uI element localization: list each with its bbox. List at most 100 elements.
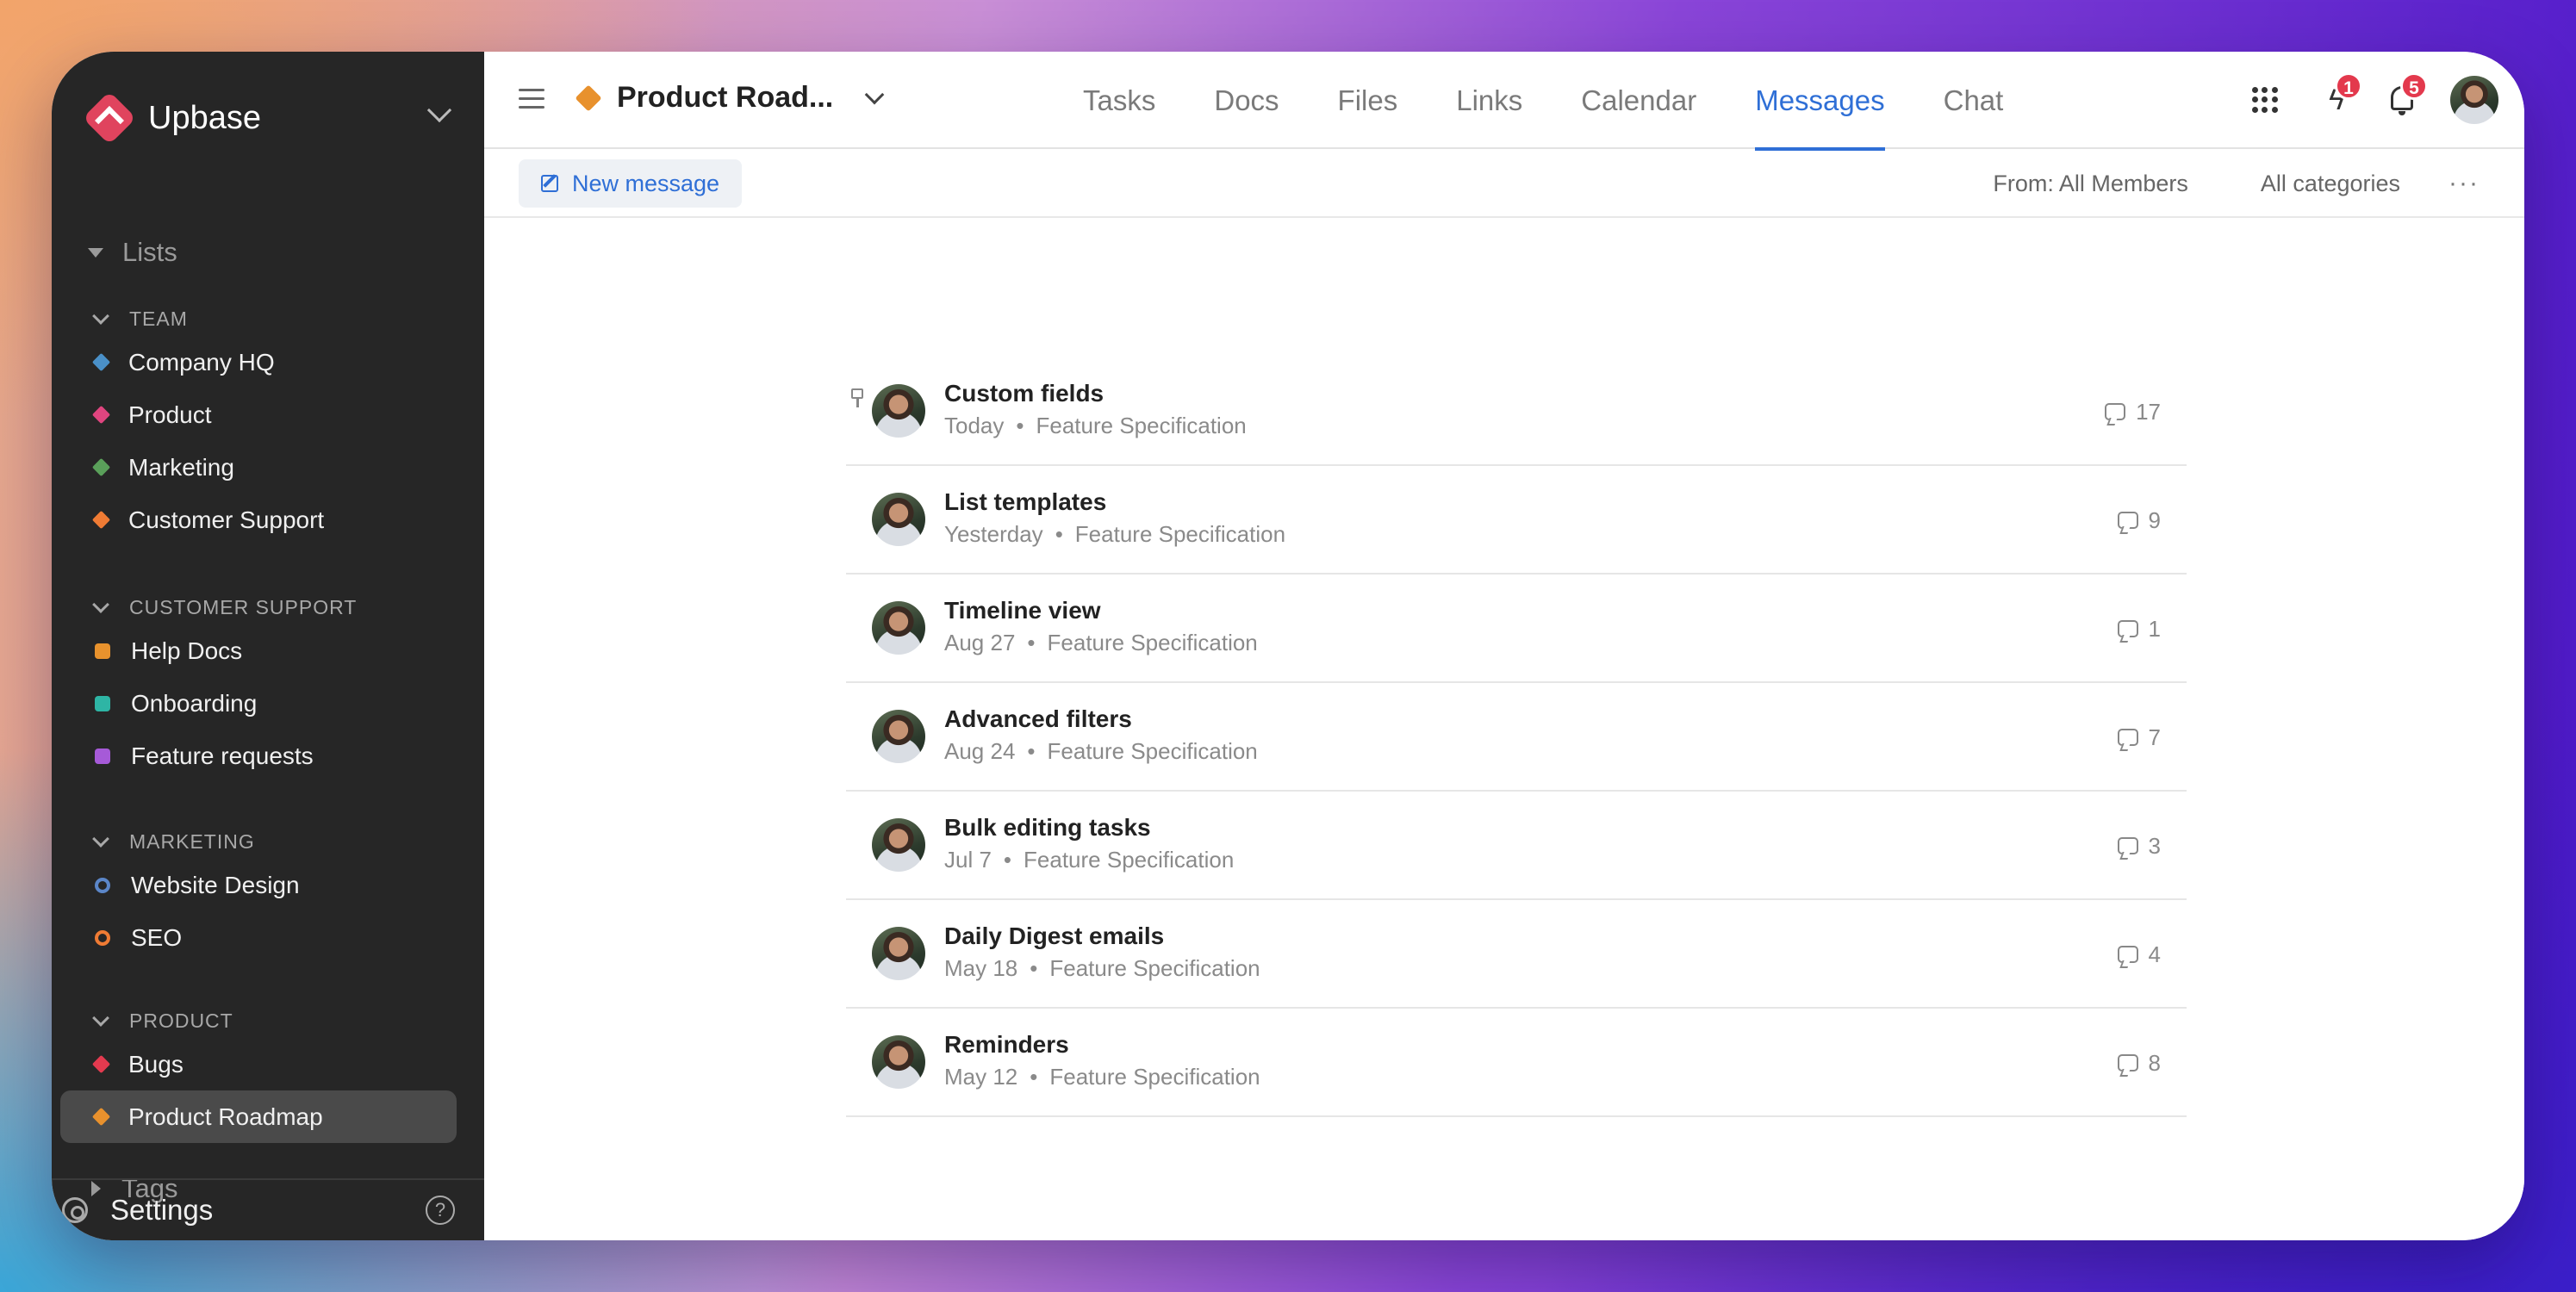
- sidebar-item-customer-support[interactable]: Customer Support: [86, 494, 455, 546]
- ring-marker-icon: [95, 877, 110, 893]
- comment-count: 7: [2117, 683, 2161, 792]
- message-row[interactable]: Advanced filters Aug 24 • Feature Specifica…: [846, 683, 2187, 792]
- message-row[interactable]: Reminders May 12 • Feature Specification 8: [846, 1009, 2187, 1117]
- square-marker-icon: [95, 748, 110, 764]
- menu-icon[interactable]: [519, 89, 544, 109]
- comment-count-value: 9: [2148, 506, 2161, 533]
- comment-count: 1: [2117, 575, 2161, 683]
- sidebar-item-website-design[interactable]: Website Design: [86, 859, 455, 911]
- message-category: Feature Specification: [1047, 629, 1258, 655]
- workspace-switcher[interactable]: Upbase: [82, 86, 458, 150]
- tab-tasks[interactable]: Tasks: [1083, 52, 1155, 149]
- sidebar-item-label: Product: [128, 401, 212, 428]
- message-text: Timeline view Aug 27 • Feature Specificatio…: [944, 597, 1258, 656]
- project-diamond-icon: [575, 84, 602, 112]
- edit-icon: [541, 175, 558, 192]
- message-title[interactable]: Bulk editing tasks: [944, 814, 1234, 842]
- message-title[interactable]: Custom fields: [944, 380, 1247, 407]
- message-text: Custom fields Today • Feature Specification: [944, 380, 1247, 439]
- activity-button[interactable]: ϟ 1: [2319, 72, 2362, 117]
- sidebar-item-seo[interactable]: SEO: [86, 911, 455, 964]
- section-header[interactable]: TEAM: [86, 301, 455, 336]
- sidebar-footer: Settings ?: [52, 1178, 484, 1240]
- sidebar-item-product-roadmap[interactable]: Product Roadmap: [60, 1090, 457, 1143]
- comment-count-value: 3: [2148, 832, 2161, 859]
- comment-count-value: 4: [2148, 941, 2161, 967]
- message-meta: May 18 • Feature Specification: [944, 955, 1260, 982]
- message-category: Feature Specification: [1074, 520, 1286, 547]
- message-row[interactable]: Custom fields Today • Feature Specification…: [846, 357, 2187, 466]
- section-header[interactable]: CUSTOMER SUPPORT: [86, 590, 455, 624]
- gear-icon: [62, 1197, 88, 1223]
- more-options-icon[interactable]: ···: [2448, 169, 2480, 198]
- author-avatar: [872, 493, 925, 546]
- settings-link[interactable]: Settings: [110, 1194, 213, 1227]
- message-title[interactable]: Reminders: [944, 1031, 1260, 1059]
- header-actions: ϟ 1 5: [2252, 72, 2498, 127]
- activity-badge: 1: [2335, 72, 2362, 100]
- sidebar-item-label: Company HQ: [128, 348, 275, 376]
- comment-icon: [2117, 512, 2138, 529]
- message-date: Jul 7: [944, 846, 992, 873]
- chevron-down-icon[interactable]: [426, 97, 452, 123]
- sidebar-item-company-hq[interactable]: Company HQ: [86, 336, 455, 388]
- tab-files[interactable]: Files: [1338, 52, 1398, 149]
- apps-grid-icon[interactable]: [2252, 87, 2278, 113]
- message-title[interactable]: Daily Digest emails: [944, 922, 1260, 950]
- sidebar: Upbase Lists TEAM Company HQ Product Market…: [52, 52, 484, 1240]
- section-header[interactable]: PRODUCT: [86, 1003, 455, 1038]
- sidebar-item-product[interactable]: Product: [86, 388, 455, 441]
- comment-count: 4: [2117, 900, 2161, 1009]
- comment-count-value: 7: [2148, 724, 2161, 750]
- chevron-down-icon: [92, 830, 109, 848]
- message-category: Feature Specification: [1024, 846, 1235, 873]
- message-meta: Aug 24 • Feature Specification: [944, 738, 1258, 765]
- message-row[interactable]: Timeline view Aug 27 • Feature Specificatio…: [846, 575, 2187, 683]
- meta-separator: •: [1055, 520, 1063, 547]
- message-title[interactable]: Advanced filters: [944, 705, 1258, 733]
- project-switcher[interactable]: Product Road...: [575, 81, 885, 115]
- lists-toggle[interactable]: Lists: [88, 237, 177, 268]
- meta-separator: •: [1027, 737, 1036, 764]
- sidebar-item-bugs[interactable]: Bugs: [86, 1038, 455, 1090]
- sidebar-item-feature-requests[interactable]: Feature requests: [86, 730, 455, 782]
- category-filter[interactable]: All categories: [2261, 171, 2400, 197]
- message-text: Daily Digest emails May 18 • Feature Specif…: [944, 922, 1260, 982]
- sidebar-item-marketing[interactable]: Marketing: [86, 441, 455, 494]
- sidebar-item-help-docs[interactable]: Help Docs: [86, 624, 455, 677]
- comment-count-value: 17: [2136, 398, 2161, 425]
- chevron-down-icon: [92, 1009, 109, 1027]
- message-row[interactable]: List templates Yesterday • Feature Specific…: [846, 466, 2187, 575]
- message-meta: Jul 7 • Feature Specification: [944, 847, 1234, 873]
- author-avatar: [872, 710, 925, 763]
- notifications-button[interactable]: 5: [2385, 72, 2428, 117]
- square-marker-icon: [95, 695, 110, 711]
- sidebar-item-label: Help Docs: [131, 637, 243, 664]
- message-category: Feature Specification: [1036, 412, 1247, 438]
- sidebar-item-label: Onboarding: [131, 689, 258, 717]
- tab-calendar[interactable]: Calendar: [1581, 52, 1696, 149]
- from-filter[interactable]: From: All Members: [1993, 171, 2188, 197]
- message-row[interactable]: Daily Digest emails May 18 • Feature Specif…: [846, 900, 2187, 1009]
- chevron-down-icon[interactable]: [864, 84, 885, 104]
- comment-icon: [2105, 403, 2126, 420]
- tab-links[interactable]: Links: [1456, 52, 1522, 149]
- section-header[interactable]: MARKETING: [86, 824, 455, 859]
- project-title: Product Road...: [617, 81, 834, 114]
- message-row[interactable]: Bulk editing tasks Jul 7 • Feature Specific…: [846, 792, 2187, 900]
- message-title[interactable]: List templates: [944, 488, 1285, 516]
- comment-icon: [2117, 729, 2138, 746]
- section-title: MARKETING: [129, 829, 255, 853]
- filters: From: All Members All categories ···: [1993, 149, 2480, 218]
- message-title[interactable]: Timeline view: [944, 597, 1258, 624]
- help-icon[interactable]: ?: [426, 1196, 455, 1225]
- new-message-button[interactable]: New message: [519, 159, 743, 208]
- author-avatar: [872, 927, 925, 980]
- message-date: May 12: [944, 1063, 1018, 1090]
- tab-messages[interactable]: Messages: [1755, 52, 1886, 151]
- sidebar-item-onboarding[interactable]: Onboarding: [86, 677, 455, 730]
- tab-docs[interactable]: Docs: [1214, 52, 1279, 149]
- meta-separator: •: [1027, 629, 1036, 655]
- user-avatar[interactable]: [2450, 76, 2498, 124]
- tab-chat[interactable]: Chat: [1944, 52, 2004, 149]
